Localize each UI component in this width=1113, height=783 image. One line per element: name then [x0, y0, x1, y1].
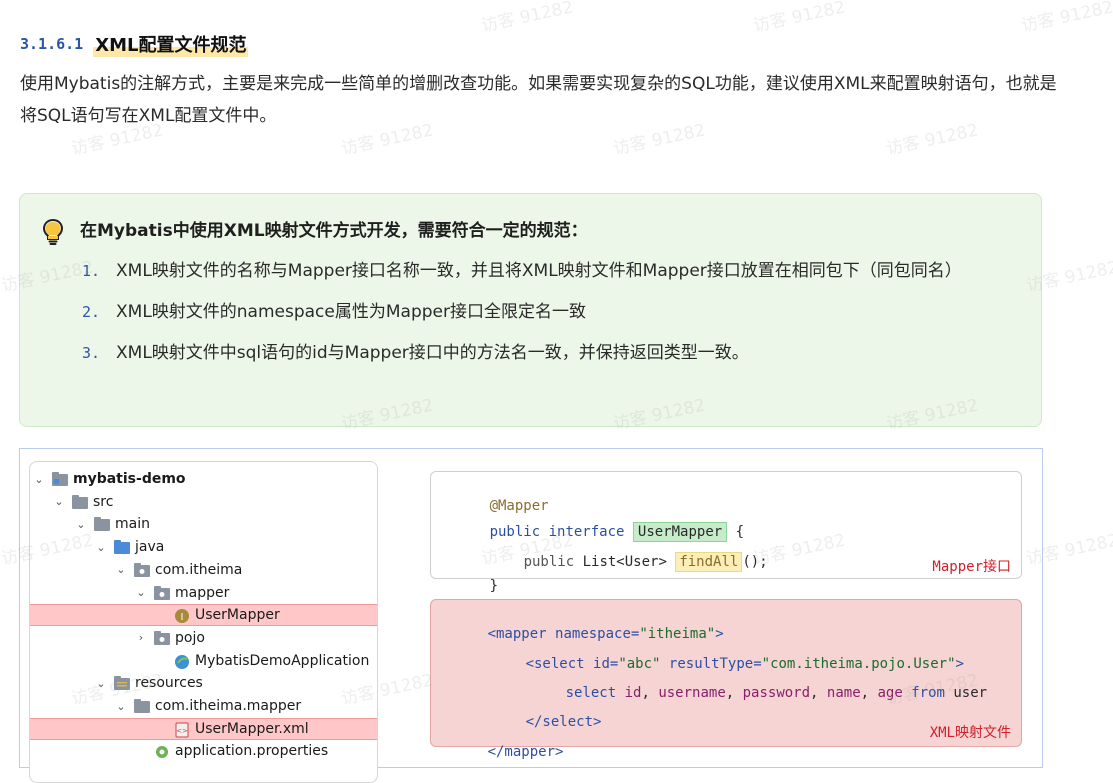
package-icon: [154, 585, 170, 600]
intro-paragraph: 使用Mybatis的注解方式，主要是来完成一些简单的增删改查功能。如果需要实现复…: [20, 74, 1057, 126]
figure-panel: ⌄ mybatis-demo ⌄ src ⌄ main ⌄ java ⌄ com.itheima ⌄…: [19, 448, 1043, 783]
tree-row-label: MybatisDemoApplication: [195, 652, 370, 669]
watermark: 访客 91282: [751, 0, 848, 37]
chevron-down-icon[interactable]: ⌄: [114, 700, 128, 713]
sql-column: name: [826, 685, 861, 701]
sql-column: username: [658, 685, 726, 701]
list-number: 2.: [82, 303, 101, 321]
tree-row[interactable]: ⌄ com.itheima.mapper: [30, 695, 377, 717]
chevron-down-icon[interactable]: ⌄: [134, 586, 148, 599]
tree-row[interactable]: › pojo: [30, 627, 377, 649]
list-item-text: XML映射文件中sql语句的id与Mapper接口中的方法名一致，并保持返回类型…: [116, 343, 749, 363]
code-punct: ();: [742, 554, 768, 570]
svg-text:<>: <>: [176, 727, 188, 735]
chevron-down-icon[interactable]: ⌄: [114, 563, 128, 576]
tree-row[interactable]: ⌄ src: [30, 491, 377, 513]
rules-list: 1. XML映射文件的名称与Mapper接口名称一致，并且将XML映射文件和Ma…: [80, 256, 1030, 369]
mapper-interface-label: Mapper接口: [932, 559, 1011, 575]
tree-row-label: main: [115, 516, 150, 533]
tree-row[interactable]: MybatisDemoApplication: [30, 650, 377, 672]
tree-row[interactable]: <> UserMapper.xml: [30, 717, 377, 740]
tree-row-label: resources: [135, 675, 203, 692]
sql-keyword: from: [911, 685, 945, 701]
tree-row[interactable]: application.properties: [30, 740, 377, 762]
tree-row-label: pojo: [175, 629, 205, 646]
section-number: 3.1.6.1: [20, 35, 84, 53]
chevron-right-icon[interactable]: ›: [134, 631, 148, 644]
chevron-down-icon[interactable]: ⌄: [52, 495, 66, 508]
folder-icon: [94, 517, 110, 532]
list-item: 2. XML映射文件的namespace属性为Mapper接口全限定名一致: [80, 297, 1030, 328]
list-item-text: XML映射文件的namespace属性为Mapper接口全限定名一致: [116, 302, 586, 322]
tree-row-label: application.properties: [175, 743, 329, 760]
chevron-down-icon[interactable]: ⌄: [74, 518, 88, 531]
project-tree: ⌄ mybatis-demo ⌄ src ⌄ main ⌄ java ⌄ com.itheima ⌄…: [29, 461, 378, 783]
resources-folder-icon: [114, 676, 130, 691]
tree-row-label: src: [93, 493, 114, 510]
code-return-type: List<User>: [582, 554, 667, 570]
source-folder-icon: [114, 540, 130, 555]
tree-row[interactable]: I UserMapper: [30, 604, 377, 627]
xml-tag: </mapper>: [487, 744, 564, 760]
folder-icon: [72, 494, 88, 509]
list-number: 1.: [82, 262, 101, 280]
sql-column: password: [742, 685, 811, 701]
tree-row[interactable]: ⌄ com.itheima: [30, 559, 377, 581]
tip-title: 在Mybatis中使用XML映射文件方式开发，需要符合一定的规范：: [80, 221, 588, 241]
tree-row[interactable]: ⌄ mapper: [30, 582, 377, 604]
code-keyword: public: [523, 554, 575, 570]
watermark: 访客 91282: [479, 0, 576, 37]
chevron-down-icon[interactable]: ⌄: [94, 541, 108, 554]
tree-row-label: com.itheima: [155, 561, 243, 578]
list-item-text: XML映射文件的名称与Mapper接口名称一致，并且将XML映射文件和Mappe…: [116, 261, 962, 281]
chevron-down-icon[interactable]: ⌄: [94, 677, 108, 690]
tree-row-label: mapper: [175, 584, 230, 601]
properties-file-icon: [154, 744, 170, 759]
tree-row-label: mybatis-demo: [73, 471, 186, 487]
tree-row[interactable]: ⌄ resources: [30, 672, 377, 694]
code-brace: }: [489, 578, 499, 594]
list-number: 3.: [82, 344, 101, 362]
package-icon: [154, 630, 170, 645]
tree-row-label: com.itheima.mapper: [155, 698, 302, 714]
sql-table: user: [953, 685, 988, 701]
svg-text:I: I: [181, 612, 184, 623]
module-folder-icon: [52, 472, 68, 486]
chevron-down-icon[interactable]: ⌄: [32, 473, 46, 486]
mapper-interface-code: @Mapper public interface UserMapper { pu…: [430, 471, 1022, 594]
sql-column: id: [624, 685, 642, 701]
tree-row[interactable]: ⌄ java: [30, 536, 377, 558]
xml-file-label: XML映射文件: [929, 725, 1011, 741]
tree-row-label: java: [135, 539, 165, 556]
interface-icon: I: [174, 608, 190, 624]
list-item: 3. XML映射文件中sql语句的id与Mapper接口中的方法名一致，并保持返…: [80, 338, 1030, 369]
tree-row[interactable]: ⌄ main: [30, 513, 377, 535]
package-icon: [134, 562, 150, 577]
method-name-highlight: findAll: [675, 552, 743, 572]
tree-row[interactable]: ⌄ mybatis-demo: [30, 468, 377, 490]
list-item: 1. XML映射文件的名称与Mapper接口名称一致，并且将XML映射文件和Ma…: [80, 256, 1030, 287]
xml-mapper-code: <mapper namespace="itheima"> <select id=…: [430, 599, 1022, 760]
section-title: XML配置文件规范: [93, 31, 249, 57]
tip-box: 在Mybatis中使用XML映射文件方式开发，需要符合一定的规范： 1. XML…: [19, 193, 1042, 427]
spring-class-icon: [174, 654, 190, 669]
sql-column: age: [877, 685, 903, 701]
lightbulb-icon: [42, 218, 64, 250]
folder-icon: [134, 699, 150, 713]
xml-file-icon: <>: [174, 722, 190, 738]
section-heading: 3.1.6.1 XML配置文件规范: [20, 30, 249, 58]
tree-row-label: UserMapper.xml: [195, 720, 309, 737]
watermark: 访客 91282: [1019, 0, 1113, 37]
tree-row-label: UserMapper: [195, 607, 280, 624]
